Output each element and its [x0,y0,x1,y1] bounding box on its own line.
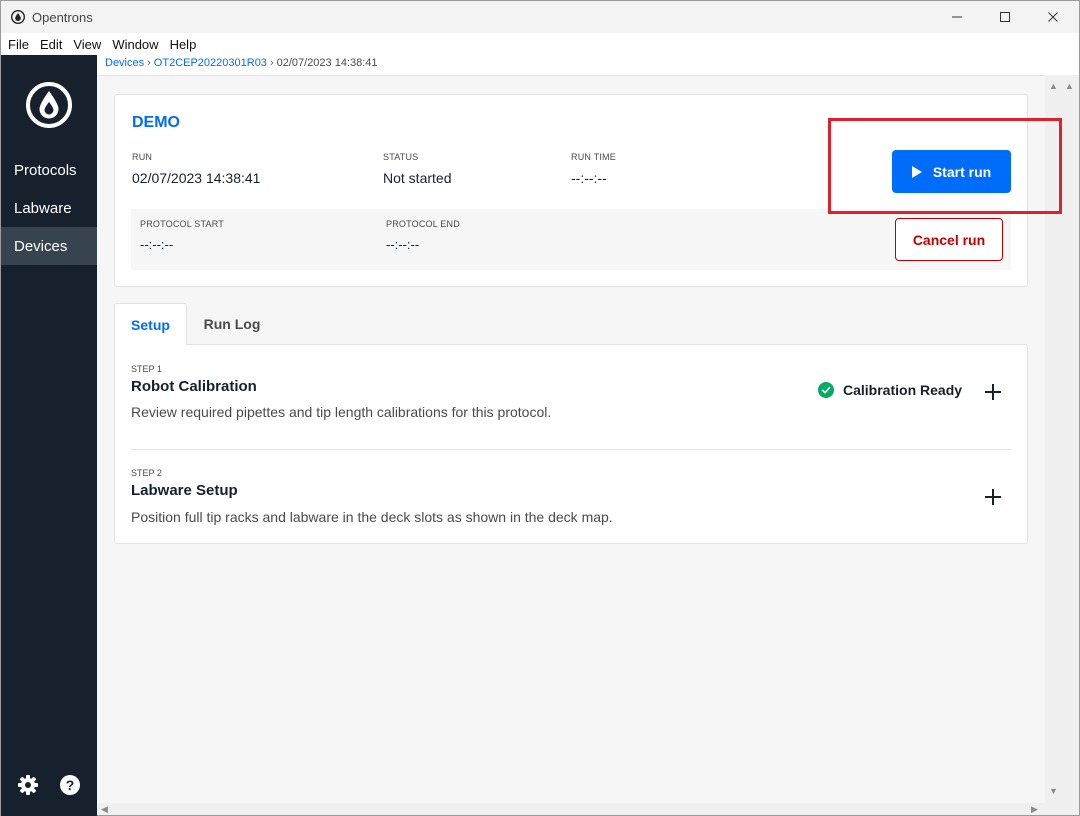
menu-help[interactable]: Help [166,37,201,52]
step-2-label: STEP 2 [131,468,162,478]
app-window: Opentrons File Edit View Window Help Pro… [0,0,1080,816]
menu-edit[interactable]: Edit [36,37,66,52]
run-time-label: RUN TIME [571,152,616,162]
minimize-button[interactable] [934,1,980,33]
sidebar: Protocols Labware Devices ? [1,55,97,816]
protocol-times-panel: PROTOCOL START --:--:-- PROTOCOL END --:… [131,209,1011,270]
run-label: RUN [132,152,153,162]
tab-setup[interactable]: Setup [114,303,187,345]
breadcrumb-current: 02/07/2023 14:38:41 [276,57,378,69]
check-circle-icon [818,382,834,398]
menu-view[interactable]: View [69,37,105,52]
run-time-value: --:--:-- [571,170,607,186]
protocol-end-label: PROTOCOL END [386,219,460,229]
breadcrumb: Devices › OT2CEP20220301R03 › 02/07/2023 14:… [105,57,378,69]
step-1-description: Review required pipettes and tip length … [131,404,552,420]
status-label: STATUS [383,152,419,162]
sidebar-item-protocols[interactable]: Protocols [1,151,97,189]
run-value: 02/07/2023 14:38:41 [132,170,261,186]
breadcrumb-robot-link[interactable]: OT2CEP20220301R03 [154,57,267,69]
expand-step-1-icon[interactable] [984,383,1002,401]
svg-text:?: ? [66,777,75,793]
help-icon[interactable]: ? [59,774,81,796]
scroll-left-icon[interactable]: ◀ [101,804,108,815]
run-name: DEMO [132,114,180,131]
cancel-run-button[interactable]: Cancel run [895,218,1003,261]
close-window-button[interactable] [1030,1,1076,33]
tab-run-log[interactable]: Run Log [189,303,275,345]
maximize-icon [1000,12,1010,22]
opentrons-logo-icon [26,82,72,128]
highlight-box [828,118,1062,214]
settings-gear-icon[interactable] [17,774,39,796]
step-1-title: Robot Calibration [131,378,257,395]
menu-file[interactable]: File [4,37,33,52]
window-title: Opentrons [32,9,93,25]
scroll-right-icon[interactable]: ▶ [1031,804,1038,815]
minimize-icon [952,16,962,18]
setup-steps-card: STEP 1 Robot Calibration Review required… [114,344,1028,544]
opentrons-logo-icon [11,10,25,24]
scroll-down-icon[interactable]: ▼ [1049,786,1058,796]
close-icon [1048,12,1058,22]
protocol-start-value: --:--:-- [140,237,174,252]
calibration-status: Calibration Ready [818,382,962,398]
step-2-description: Position full tip racks and labware in t… [131,509,613,525]
scroll-up-icon[interactable]: ▲ [1049,81,1058,91]
horizontal-scrollbar[interactable]: ◀ ▶ [97,803,1079,815]
step-divider [131,449,1011,450]
protocol-start-label: PROTOCOL START [140,219,224,229]
breadcrumb-separator: › [269,57,274,69]
calibration-status-text: Calibration Ready [843,382,963,398]
scroll-up-icon[interactable]: ▲ [1065,81,1074,91]
step-2-title: Labware Setup [131,482,238,499]
breadcrumb-devices-link[interactable]: Devices [105,57,144,69]
sidebar-item-labware[interactable]: Labware [1,189,97,227]
sidebar-item-devices[interactable]: Devices [1,227,97,265]
step-1-label: STEP 1 [131,364,162,374]
protocol-end-value: --:--:-- [386,237,420,252]
breadcrumb-separator: › [147,57,151,69]
menu-bar: File Edit View Window Help [1,33,1079,55]
expand-step-2-icon[interactable] [984,488,1002,506]
status-value: Not started [383,170,452,186]
menu-window[interactable]: Window [108,37,162,52]
maximize-button[interactable] [982,1,1028,33]
title-bar: Opentrons [1,1,1079,33]
